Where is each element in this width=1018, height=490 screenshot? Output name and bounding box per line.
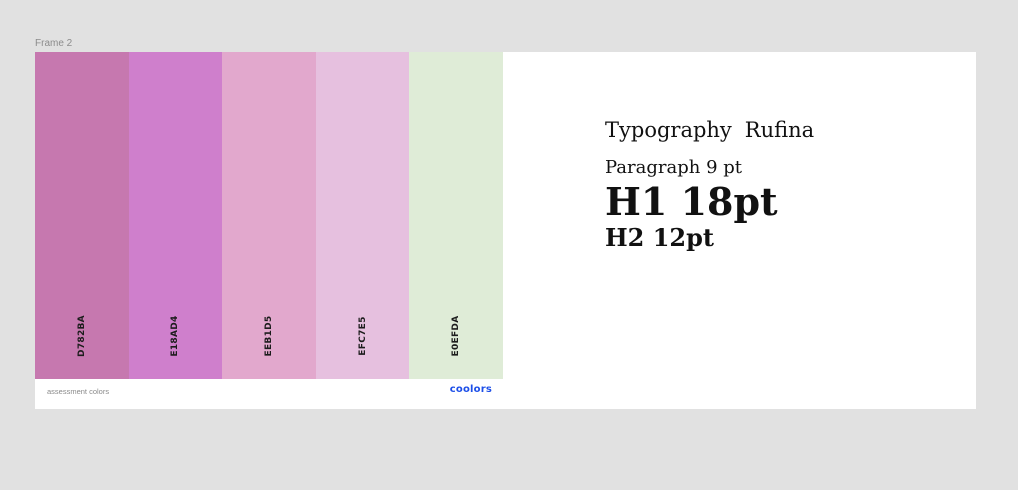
paragraph-sample: Paragraph 9 pt	[605, 157, 742, 178]
color-palette: D782BA E18AD4 EEB1D5 EFC7E5 E0EFDA asses…	[35, 52, 503, 409]
swatch-hex-3: EEB1D5	[263, 315, 274, 357]
coolors-logo[interactable]: coolors	[450, 384, 492, 395]
palette-name: assessment colors	[47, 387, 110, 396]
palette-swatches: D782BA E18AD4 EEB1D5 EFC7E5 E0EFDA	[35, 52, 503, 379]
font-name: Rufina	[744, 118, 815, 142]
swatch-3[interactable]: EEB1D5	[222, 52, 316, 379]
swatch-hex-4: EFC7E5	[357, 316, 368, 356]
typography-spec: Typography Rufina Paragraph 9 pt H1 18pt …	[605, 112, 814, 253]
typography-title: Typography	[605, 118, 732, 142]
swatch-2[interactable]: E18AD4	[128, 52, 223, 379]
h2-sample: H2 12pt	[605, 223, 714, 252]
h1-sample: H1 18pt	[605, 179, 778, 224]
palette-footer: assessment colors coolors	[35, 379, 503, 409]
swatch-1[interactable]: D782BA	[35, 52, 129, 379]
swatch-hex-5: E0EFDA	[451, 315, 462, 357]
swatch-hex-2: E18AD4	[170, 315, 181, 357]
frame-canvas: D782BA E18AD4 EEB1D5 EFC7E5 E0EFDA asses…	[35, 52, 976, 409]
frame-label[interactable]: Frame 2	[35, 38, 72, 49]
swatch-hex-1: D782BA	[76, 315, 87, 357]
typography-heading: Typography Rufina	[605, 112, 814, 148]
swatch-4[interactable]: EFC7E5	[315, 52, 410, 379]
swatch-5[interactable]: E0EFDA	[409, 52, 503, 379]
